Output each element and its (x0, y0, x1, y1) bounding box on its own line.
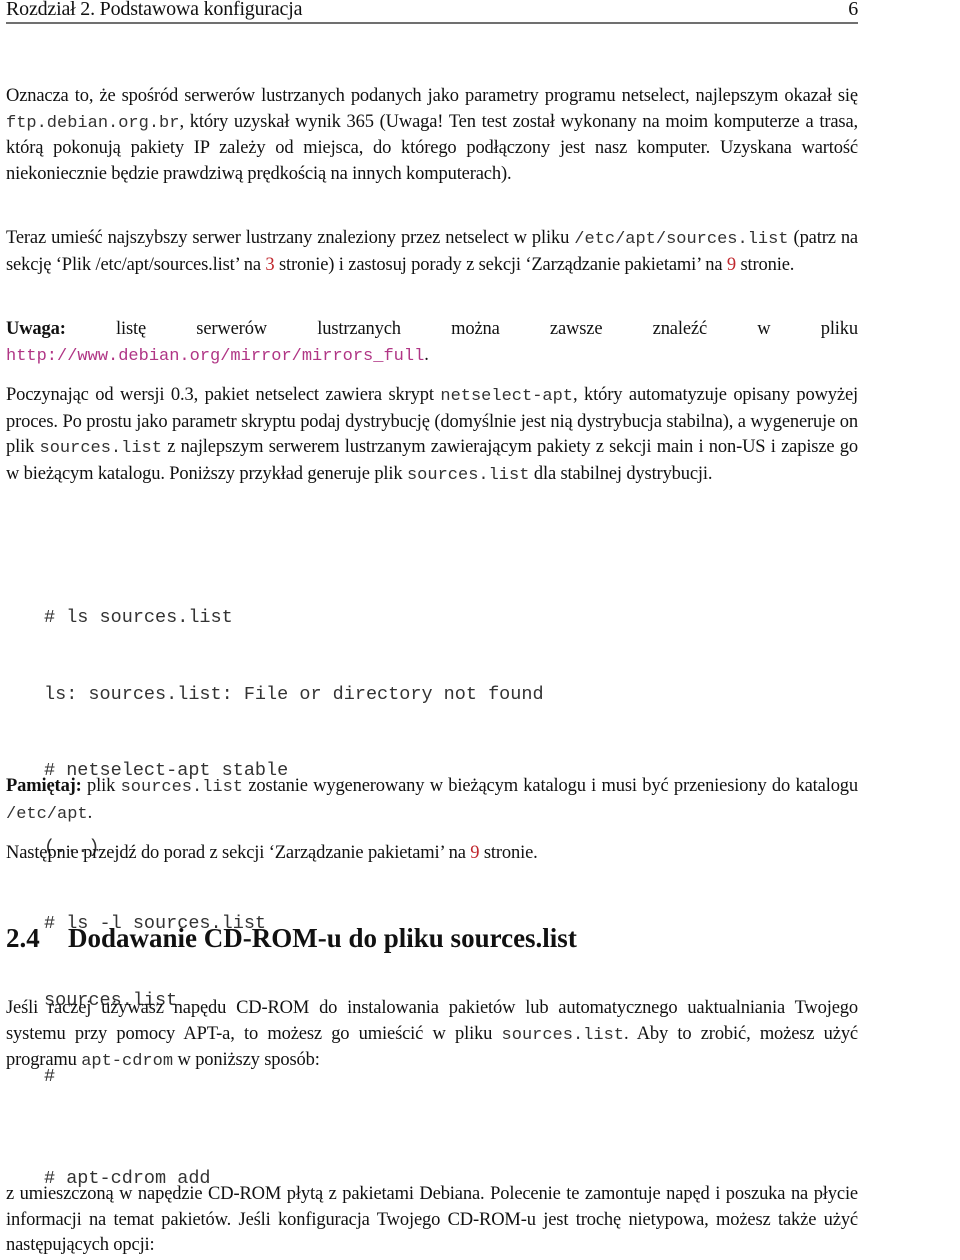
section-title: Dodawanie CD-ROM-u do pliku sources.list (68, 923, 577, 953)
page-ref-link[interactable]: 9 (727, 255, 736, 275)
paragraph-note-mirrors: Uwaga: listę serwerów lustrzanych można … (6, 317, 858, 369)
text: plik (81, 776, 121, 796)
inline-code: /etc/apt (6, 804, 88, 824)
text: dla stabilnej dystrybucji. (529, 463, 713, 484)
text: . (424, 344, 429, 365)
text: . (87, 802, 93, 823)
chapter-title: Rozdział 2. Podstawowa konfiguracja (6, 0, 303, 20)
paragraph-cdrom-mount: z umieszczoną w napędzie CD-ROM płytą z … (6, 1182, 858, 1259)
note-label: Uwaga: (6, 319, 66, 339)
section-number: 2.4 (6, 923, 40, 953)
running-header: Rozdział 2. Podstawowa konfiguracja 6 (6, 0, 858, 24)
inline-code: sources.list (406, 465, 530, 485)
inline-code: netselect-apt (440, 387, 573, 406)
text: Następnie przejdź do porad z sekcji ‘Zar… (6, 843, 471, 863)
code-line: # ls sources.list (44, 607, 233, 628)
inline-code: sources.list (501, 1025, 624, 1045)
remember-label: Pamiętaj: (6, 776, 82, 796)
page-number: 6 (848, 0, 858, 20)
paragraph-place-server: Teraz umieść najszybszy serwer lustrzany… (6, 226, 858, 278)
code-line: ls: sources.list: File or directory not … (44, 683, 544, 705)
text: w poniższy sposób: (173, 1050, 320, 1070)
text: Teraz umieść najszybszy serwer lustrzany… (6, 228, 575, 248)
paragraph-remember: Pamiętaj: plik sources.list zostanie wyg… (6, 774, 858, 827)
paragraph-netselect-result: Oznacza to, że spośród serwerów lustrzan… (6, 84, 858, 187)
inline-code: apt-cdrom (81, 1052, 174, 1071)
text: zostanie wygenerowany w bieżącym katalog… (243, 776, 858, 796)
inline-code: sources.list (39, 439, 162, 458)
paragraph-cdrom-intro: Jeśli raczej używasz napędu CD-ROM do in… (6, 996, 858, 1075)
inline-code: sources.list (120, 778, 244, 797)
paragraph-netselect-apt: Poczynając od wersji 0.3, pakiet netsele… (6, 383, 858, 488)
inline-code-host: ftp.debian.org.br (6, 113, 180, 133)
page-ref-link[interactable]: 3 (265, 255, 274, 275)
text: Poczynając od wersji 0.3, pakiet netsele… (6, 385, 441, 405)
text: stronie. (736, 254, 795, 275)
text: z umieszczoną w napędzie CD-ROM płytą z … (6, 1184, 858, 1255)
section-heading: 2.4 Dodawanie CD-ROM-u do pliku sources.l… (6, 922, 577, 954)
text: Oznacza to, że spośród serwerów lustrzan… (6, 86, 858, 106)
text: stronie) i zastosuj porady z sekcji ‘Zar… (274, 254, 727, 275)
text: listę serwerów lustrzanych można zawsze … (65, 319, 858, 339)
mirrors-url-link[interactable]: http://www.debian.org/mirror/mirrors_ful… (6, 347, 424, 366)
paragraph-next-step: Następnie przejdź do porad z sekcji ‘Zar… (6, 841, 858, 867)
inline-code-path: /etc/apt/sources.list (574, 230, 789, 249)
text: stronie. (479, 843, 538, 863)
